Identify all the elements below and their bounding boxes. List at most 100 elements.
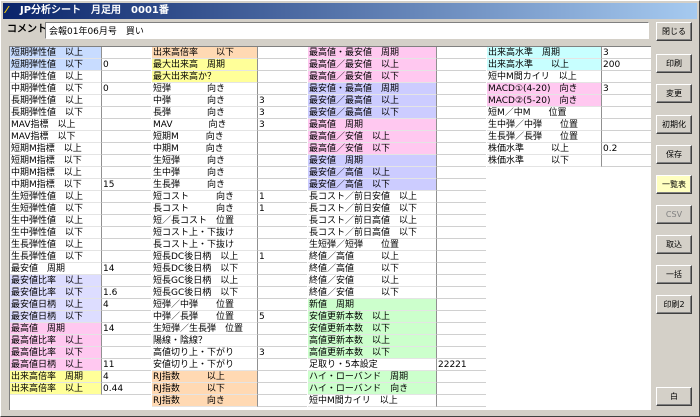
criteria-value-field[interactable] [436,299,486,311]
criteria-value-field[interactable] [601,95,651,107]
criteria-value-field[interactable] [257,59,307,71]
criteria-value-field[interactable] [436,95,486,107]
criteria-value-field[interactable] [101,251,151,263]
action-button-11[interactable]: 白 [656,387,692,406]
criteria-value-field[interactable] [436,251,486,263]
criteria-value-field[interactable] [257,287,307,299]
criteria-value-field[interactable] [257,323,307,335]
action-button-8[interactable]: 取込 [656,235,692,254]
criteria-value-field[interactable] [436,143,486,155]
criteria-value-field[interactable]: 0 [101,83,151,95]
criteria-value-field[interactable]: 1 [257,251,307,263]
criteria-value-field[interactable] [257,371,307,383]
criteria-value-field[interactable] [101,191,151,203]
criteria-value-field[interactable]: 3 [257,119,307,131]
criteria-value-field[interactable] [436,227,486,239]
criteria-value-field[interactable] [257,83,307,95]
criteria-value-field[interactable] [101,347,151,359]
criteria-value-field[interactable] [436,311,486,323]
criteria-value-field[interactable]: 0.2 [601,143,651,155]
criteria-value-field[interactable] [101,95,151,107]
action-button-1[interactable]: 閉じる [656,22,692,41]
criteria-value-field[interactable]: 5 [257,311,307,323]
criteria-value-field[interactable] [601,107,651,119]
action-button-2[interactable]: 印刷 [656,54,692,73]
criteria-value-field[interactable] [601,155,651,167]
criteria-value-field[interactable]: 1 [257,191,307,203]
criteria-value-field[interactable] [257,143,307,155]
criteria-value-field[interactable] [601,71,651,83]
criteria-value-field[interactable]: 3 [601,83,651,95]
criteria-value-field[interactable] [436,155,486,167]
criteria-value-field[interactable]: 0.44 [101,383,151,395]
criteria-value-field[interactable] [101,215,151,227]
criteria-value-field[interactable]: 3 [601,47,651,59]
criteria-value-field[interactable] [436,239,486,251]
criteria-value-field[interactable] [101,311,151,323]
criteria-value-field[interactable] [101,155,151,167]
criteria-value-field[interactable] [601,131,651,143]
criteria-value-field[interactable] [101,275,151,287]
criteria-value-field[interactable] [436,179,486,191]
criteria-value-field[interactable] [257,71,307,83]
criteria-value-field[interactable] [101,131,151,143]
criteria-value-field[interactable] [257,155,307,167]
criteria-value-field[interactable] [101,71,151,83]
criteria-value-field[interactable]: 0 [101,59,151,71]
criteria-value-field[interactable]: 4 [101,299,151,311]
criteria-value-field[interactable] [257,215,307,227]
criteria-value-field[interactable] [101,335,151,347]
criteria-value-field[interactable] [257,131,307,143]
action-button-4[interactable]: 初期化 [656,115,692,134]
criteria-value-field[interactable] [436,383,486,395]
criteria-value-field[interactable] [436,119,486,131]
criteria-value-field[interactable] [257,263,307,275]
criteria-value-field[interactable] [436,59,486,71]
criteria-value-field[interactable] [436,131,486,143]
comment-input[interactable] [45,22,649,39]
criteria-value-field[interactable]: 11 [101,359,151,371]
criteria-value-field[interactable]: 200 [601,59,651,71]
criteria-value-field[interactable]: 3 [257,107,307,119]
criteria-value-field[interactable] [257,395,307,407]
criteria-value-field[interactable] [257,335,307,347]
action-button-10[interactable]: 印刷2 [656,295,692,314]
criteria-value-field[interactable]: 15 [101,179,151,191]
criteria-value-field[interactable]: 3 [257,95,307,107]
criteria-value-field[interactable] [436,71,486,83]
criteria-value-field[interactable]: 1 [257,203,307,215]
criteria-value-field[interactable] [101,119,151,131]
action-button-6[interactable]: 一覧表 [656,175,692,194]
criteria-value-field[interactable] [257,239,307,251]
criteria-value-field[interactable] [101,203,151,215]
criteria-value-field[interactable] [257,227,307,239]
criteria-value-field[interactable]: 14 [101,263,151,275]
criteria-value-field[interactable]: 1.6 [101,287,151,299]
criteria-value-field[interactable] [436,275,486,287]
criteria-value-field[interactable]: 14 [101,323,151,335]
criteria-value-field[interactable] [257,275,307,287]
criteria-value-field[interactable] [101,239,151,251]
criteria-value-field[interactable] [436,395,486,407]
criteria-value-field[interactable] [101,107,151,119]
criteria-value-field[interactable] [436,287,486,299]
criteria-value-field[interactable] [436,167,486,179]
criteria-value-field[interactable] [601,119,651,131]
criteria-value-field[interactable] [101,167,151,179]
criteria-value-field[interactable] [436,107,486,119]
criteria-value-field[interactable] [436,191,486,203]
criteria-value-field[interactable] [257,179,307,191]
criteria-value-field[interactable] [101,143,151,155]
action-button-3[interactable]: 変更 [656,84,692,103]
criteria-value-field[interactable] [436,203,486,215]
criteria-value-field[interactable] [257,47,307,59]
criteria-value-field[interactable]: 22221 [436,359,486,371]
criteria-value-field[interactable]: 4 [101,371,151,383]
criteria-value-field[interactable] [257,359,307,371]
criteria-value-field[interactable] [436,215,486,227]
criteria-value-field[interactable]: 3 [257,347,307,359]
criteria-value-field[interactable] [101,47,151,59]
criteria-value-field[interactable] [436,323,486,335]
criteria-value-field[interactable] [436,347,486,359]
criteria-value-field[interactable] [257,299,307,311]
